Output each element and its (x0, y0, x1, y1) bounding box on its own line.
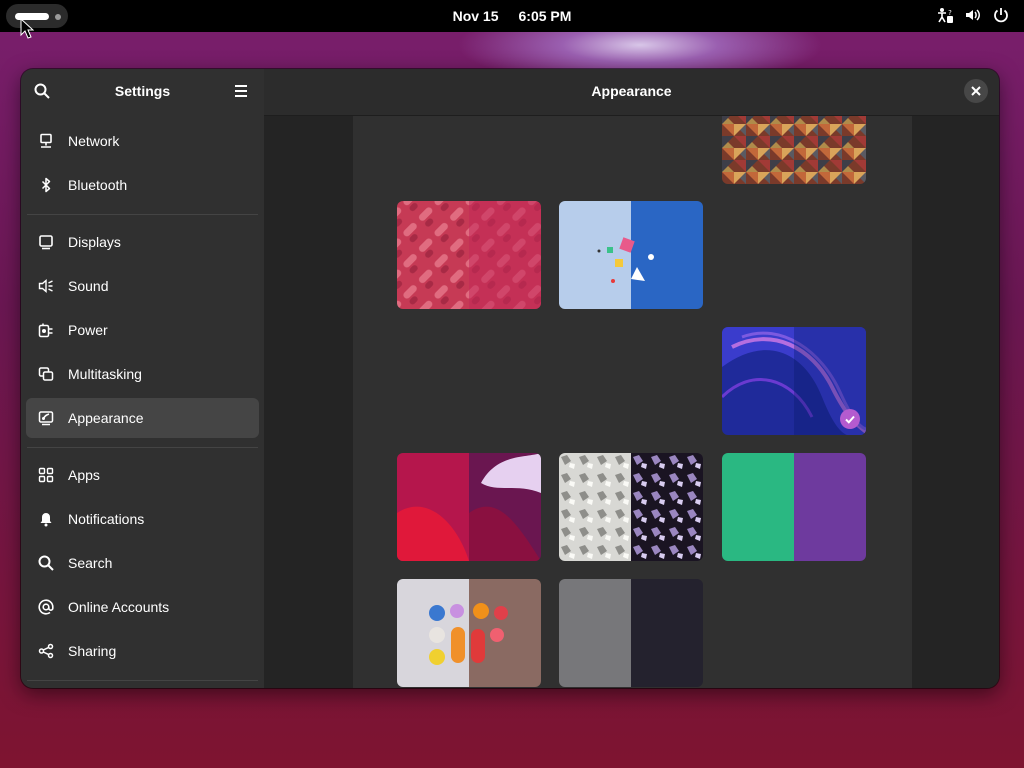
clock[interactable]: Nov 15 6:05 PM (0, 0, 1024, 32)
wallpaper-mosaic[interactable] (722, 116, 866, 184)
wallpaper-grid (353, 116, 912, 688)
sidebar-item-multitasking[interactable]: Multitasking (26, 354, 259, 394)
sidebar: Settings Network Bluetooth Displays Soun… (21, 69, 264, 688)
apps-grid-icon (38, 467, 54, 483)
close-icon (971, 86, 981, 96)
main-menu-button[interactable] (229, 79, 253, 103)
check-icon (845, 415, 855, 424)
sidebar-item-label: Sharing (68, 643, 117, 659)
search-icon (34, 83, 50, 99)
sidebar-separator (27, 680, 258, 681)
accessibility-icon[interactable]: ? (936, 6, 954, 24)
sidebar-item-label: Network (68, 133, 120, 149)
display-icon (39, 235, 53, 250)
sidebar-item-appearance[interactable]: Appearance (26, 398, 259, 438)
sidebar-item-label: Bluetooth (68, 177, 128, 193)
power-plug-icon (38, 323, 53, 338)
bell-icon (40, 513, 52, 527)
sidebar-item-label: Power (68, 322, 108, 338)
power-icon[interactable] (992, 6, 1010, 24)
volume-icon[interactable] (964, 6, 982, 24)
top-bar: Nov 15 6:05 PM ? (0, 0, 1024, 32)
sidebar-title: Settings (114, 83, 171, 99)
wallpaper-blue-shapes[interactable] (559, 201, 703, 309)
wallpaper-dark-half (794, 453, 866, 561)
sidebar-item-label: Sound (68, 278, 109, 294)
sidebar-separator (27, 447, 258, 448)
hamburger-menu-icon (235, 85, 247, 97)
sidebar-item-displays[interactable]: Displays (26, 222, 259, 262)
close-button[interactable] (964, 79, 988, 103)
network-icon (40, 133, 52, 148)
wallpaper-3d-shapes[interactable] (397, 579, 541, 687)
svg-text:?: ? (948, 9, 952, 17)
settings-window: Settings Network Bluetooth Displays Soun… (21, 69, 999, 688)
content-header: Appearance (264, 69, 999, 116)
sidebar-item-label: Multitasking (68, 366, 142, 382)
wallpaper-dark-half (631, 579, 703, 687)
sidebar-item-network[interactable]: Network (26, 121, 259, 161)
sidebar-item-sound[interactable]: Sound (26, 266, 259, 306)
bluetooth-icon (41, 177, 51, 193)
wallpaper-light-half (559, 579, 631, 687)
clock-date: Nov 15 (452, 8, 499, 24)
wallpaper-scroll-area[interactable] (264, 116, 999, 688)
wallpaper-light-half (722, 453, 794, 561)
multitasking-icon (38, 367, 54, 381)
wallpaper-red-folds[interactable] (397, 453, 541, 561)
search-button[interactable] (30, 79, 54, 103)
wallpaper-blue-purple-waves[interactable] (722, 327, 866, 435)
page-title: Appearance (591, 83, 672, 99)
at-sign-icon (38, 599, 54, 615)
appearance-icon (38, 411, 54, 426)
sidebar-item-label: Search (68, 555, 113, 571)
sidebar-item-label: Apps (68, 467, 100, 483)
sidebar-item-label: Appearance (68, 410, 144, 426)
content-pane: Appearance (264, 69, 999, 688)
sidebar-separator (27, 214, 258, 215)
sidebar-item-notifications[interactable]: Notifications (26, 499, 259, 539)
sidebar-item-online-accounts[interactable]: Online Accounts (26, 587, 259, 627)
clock-time: 6:05 PM (518, 8, 572, 24)
search-icon (38, 555, 54, 571)
sidebar-header: Settings (21, 69, 264, 115)
sidebar-item-bluetooth[interactable]: Bluetooth (26, 165, 259, 205)
sidebar-item-apps[interactable]: Apps (26, 455, 259, 495)
sidebar-item-label: Online Accounts (68, 599, 170, 615)
share-icon (38, 643, 54, 659)
system-tray[interactable]: ? (936, 6, 1010, 24)
sidebar-item-search[interactable]: Search (26, 543, 259, 583)
sidebar-item-label: Notifications (68, 511, 145, 527)
sound-icon (38, 278, 53, 294)
wallpaper-green-purple[interactable] (722, 453, 866, 561)
sidebar-item-sharing[interactable]: Sharing (26, 631, 259, 671)
wallpaper-gray-dark[interactable] (559, 579, 703, 687)
wallpaper-pink-pills[interactable] (397, 201, 541, 309)
wallpaper-crystals[interactable] (559, 453, 703, 561)
sidebar-item-power[interactable]: Power (26, 310, 259, 350)
mouse-cursor-icon (20, 18, 34, 39)
selected-checkmark (840, 409, 860, 429)
sidebar-item-label: Displays (68, 234, 121, 250)
